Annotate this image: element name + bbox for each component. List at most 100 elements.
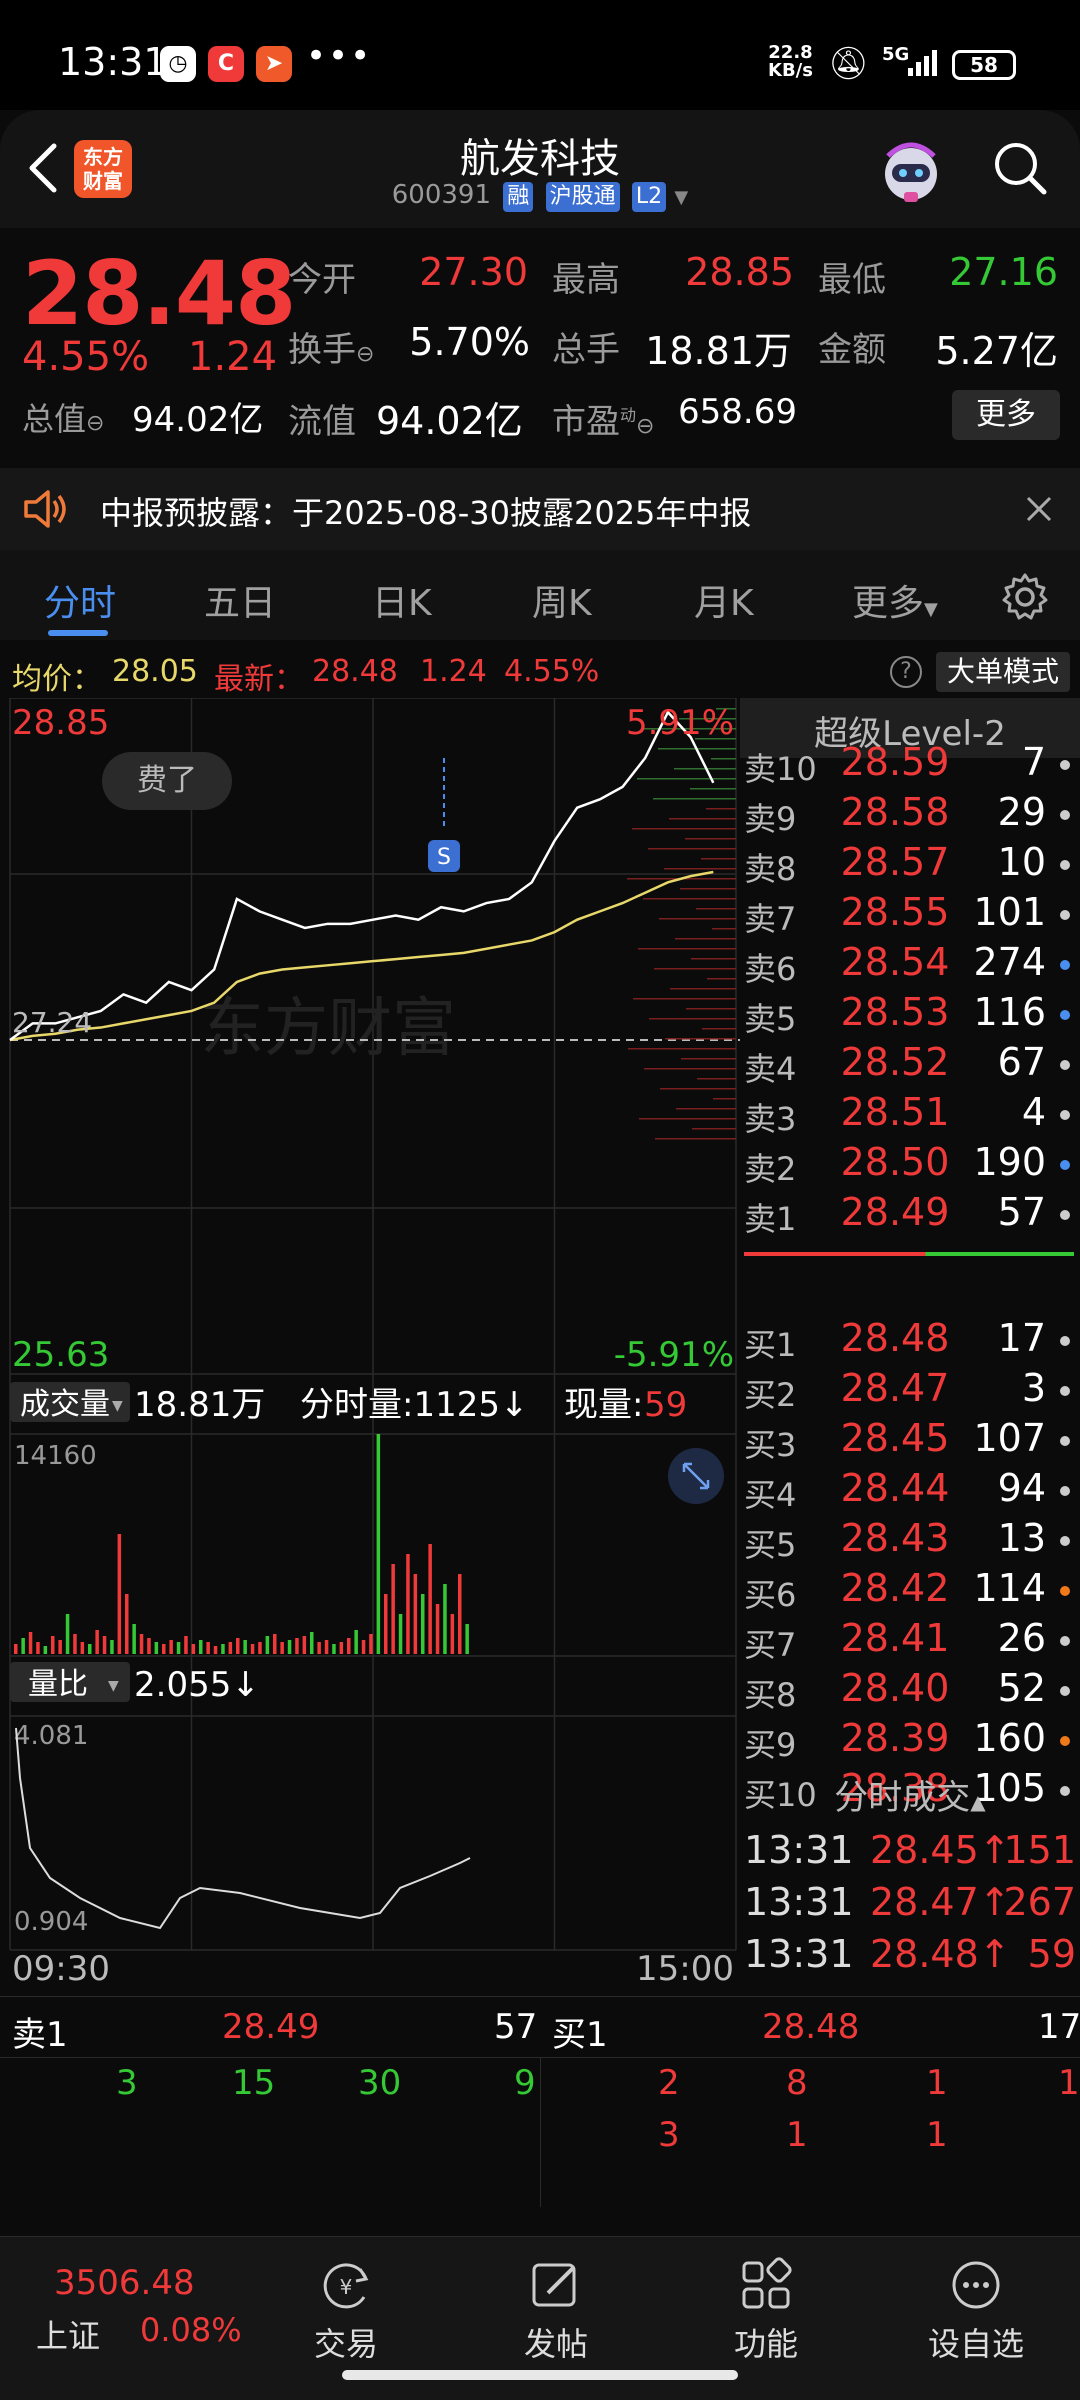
bid-flag-dot <box>1060 1536 1070 1546</box>
minute-volume: 分时量:1125↓ <box>300 1385 528 1425</box>
watermark: 东方财富 <box>200 992 456 1066</box>
ask-row[interactable]: 卖1 28.49 57 <box>740 1188 1080 1238</box>
ask-qty: 190 <box>973 1140 1046 1184</box>
current-price: 28.48 <box>22 242 296 345</box>
volume-bar <box>398 1614 403 1654</box>
volume-bar <box>354 1630 358 1654</box>
ask-level-label: 卖5 <box>744 1000 797 1038</box>
volume-bar <box>28 1632 33 1654</box>
depth-bar <box>659 918 736 920</box>
chevron-down-icon: ▼ <box>674 187 689 208</box>
more-button[interactable]: 更多 <box>952 390 1060 440</box>
ask-row[interactable]: 卖3 28.51 4 <box>740 1088 1080 1138</box>
settings-gear-icon[interactable] <box>1000 572 1050 622</box>
tab-five-day[interactable]: 五日 <box>204 574 276 626</box>
close-icon[interactable] <box>1024 494 1054 524</box>
active-tab-indicator <box>48 630 108 636</box>
bid-row[interactable]: 买3 28.45 107 <box>740 1414 1080 1464</box>
depth-bar <box>639 1118 736 1120</box>
nav-functions[interactable]: 功能 <box>696 2257 836 2365</box>
ask-level-label: 卖4 <box>744 1050 797 1088</box>
bid-price: 28.45 <box>840 1416 950 1460</box>
volume-bar <box>421 1594 425 1654</box>
mktcap-label[interactable]: 总值⊖ <box>22 394 104 440</box>
volume-bar <box>302 1636 307 1654</box>
trade-time: 13:31 <box>744 1932 854 1976</box>
volume-bar <box>406 1554 410 1654</box>
depth-bar <box>664 868 736 870</box>
bid-flag-dot <box>1060 1736 1070 1746</box>
volume-bar <box>206 1642 210 1654</box>
ask-row[interactable]: 卖8 28.57 10 <box>740 838 1080 888</box>
send-app-icon: ➤ <box>256 46 292 82</box>
open-label: 今开 <box>288 260 356 300</box>
nav-set-watchlist[interactable]: 设自选 <box>906 2257 1046 2365</box>
pe-label[interactable]: 市盈动⊖ <box>552 394 654 443</box>
ask-flag-dot <box>1060 1110 1070 1120</box>
bid-flag-dot <box>1060 1686 1070 1696</box>
depth-bar <box>713 1098 736 1100</box>
ask-row[interactable]: 卖10 28.59 7 <box>740 738 1080 788</box>
trades-title[interactable]: 分时成交▲ <box>740 1770 1080 1819</box>
intraday-chart[interactable]: 东方财富 S 费了 28.85 5.91% 27.24 25.63 -5.91%… <box>0 698 740 1988</box>
index-ticker[interactable]: 3506.48 上证 0.08% <box>0 2255 260 2365</box>
bid-row[interactable]: 买6 28.42 114 <box>740 1564 1080 1614</box>
depth-bar <box>707 978 736 980</box>
low-value: 27.16 <box>949 250 1058 294</box>
tab-more[interactable]: 更多▼ <box>852 574 938 626</box>
ask-row[interactable]: 卖9 28.58 29 <box>740 788 1080 838</box>
volume-bar <box>250 1644 255 1654</box>
ask-row[interactable]: 卖5 28.53 116 <box>740 988 1080 1038</box>
bid-row[interactable]: 买4 28.44 94 <box>740 1464 1080 1514</box>
edit-post-icon <box>532 2263 576 2307</box>
bid-row[interactable]: 买2 28.47 3 <box>740 1364 1080 1414</box>
ask-row[interactable]: 卖4 28.52 67 <box>740 1038 1080 1088</box>
turnover-label[interactable]: 换手⊖ <box>288 322 374 371</box>
grid-functions-icon <box>742 2257 792 2309</box>
bid-level-label: 买3 <box>744 1426 797 1464</box>
home-indicator[interactable] <box>342 2370 738 2380</box>
nav-trade[interactable]: ¥ 交易 <box>276 2257 416 2365</box>
chart-tabs: 分时 五日 日K 周K 月K 更多▼ <box>0 550 1080 640</box>
big-order-mode-button[interactable]: 大单模式 <box>936 652 1070 692</box>
ask-row[interactable]: 卖6 28.54 274 <box>740 938 1080 988</box>
notice-bar[interactable]: 中报预披露：于2025-08-30披露2025年中报 <box>0 468 1080 550</box>
bid-order-2: 8 <box>786 2063 808 2103</box>
s-marker-label: S <box>437 845 451 870</box>
tab-weekly-k[interactable]: 周K <box>532 574 592 626</box>
low-label: 最低 <box>818 260 886 300</box>
bid-row[interactable]: 买9 28.39 160 <box>740 1714 1080 1764</box>
tab-intraday[interactable]: 分时 <box>44 574 116 626</box>
tab-monthly-k[interactable]: 月K <box>694 574 754 626</box>
volume-bar <box>369 1634 373 1654</box>
volume-bar <box>162 1644 166 1654</box>
search-icon[interactable] <box>990 138 1050 198</box>
depth-bar <box>638 948 736 950</box>
volume-bar <box>332 1644 336 1654</box>
index-name: 上证 <box>36 2317 101 2355</box>
ask-level-label: 卖3 <box>744 1100 797 1138</box>
volume-bar <box>361 1640 366 1654</box>
top-pct-label: 5.91% <box>626 703 734 743</box>
bid-row[interactable]: 买5 28.43 13 <box>740 1514 1080 1564</box>
volume-bar <box>347 1638 351 1654</box>
turnover-value: 5.70% <box>409 320 530 364</box>
depth-bar <box>680 888 736 890</box>
bid-flag-dot <box>1060 1486 1070 1496</box>
trade-qty: 151 <box>1003 1828 1076 1872</box>
bid-row[interactable]: 买1 28.48 17 <box>740 1314 1080 1364</box>
bid-row[interactable]: 买8 28.40 52 <box>740 1664 1080 1714</box>
ask-row[interactable]: 卖2 28.50 190 <box>740 1138 1080 1188</box>
volume-bar <box>117 1534 122 1654</box>
bid-row[interactable]: 买7 28.41 26 <box>740 1614 1080 1664</box>
ask-row[interactable]: 卖7 28.55 101 <box>740 888 1080 938</box>
open-value: 27.30 <box>419 250 528 294</box>
bid-price: 28.43 <box>840 1516 950 1560</box>
depth-bar <box>681 1058 736 1060</box>
help-icon[interactable]: ? <box>890 656 922 688</box>
volume-bar <box>339 1642 344 1654</box>
pe-value: 658.69 <box>678 392 797 432</box>
nav-post[interactable]: 发帖 <box>486 2257 626 2365</box>
tab-daily-k[interactable]: 日K <box>372 574 432 626</box>
robot-assistant-icon[interactable] <box>874 134 948 208</box>
